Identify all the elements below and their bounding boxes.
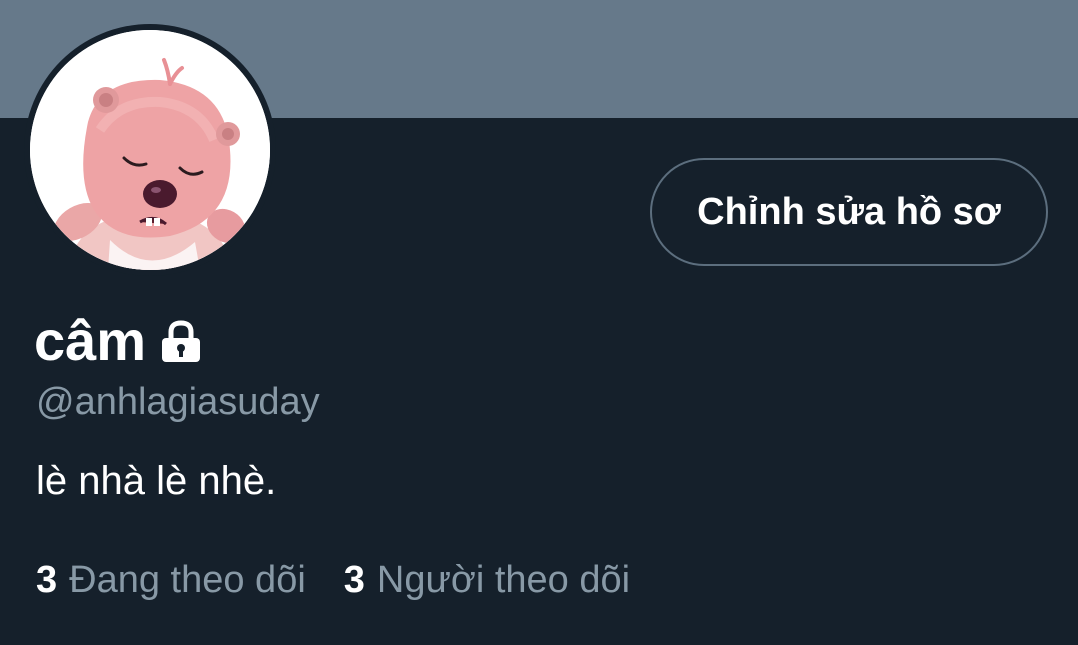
avatar[interactable] — [24, 24, 276, 276]
profile-bio: lè nhà lè nhè. — [36, 459, 277, 503]
lock-icon — [158, 318, 204, 369]
edit-profile-button[interactable]: Chỉnh sửa hồ sơ — [650, 158, 1048, 266]
profile-name-row: câm — [34, 306, 204, 376]
followers-link[interactable]: 3 Người theo dõi — [344, 556, 630, 604]
following-count: 3 — [36, 559, 58, 601]
followers-count: 3 — [343, 559, 365, 601]
profile-stats: 3 Đang theo dõi 3 Người theo dõi — [36, 556, 668, 604]
profile-handle: @anhlagiasuday — [36, 381, 320, 423]
display-name: câm — [34, 309, 147, 372]
following-link[interactable]: 3 Đang theo dõi — [36, 556, 306, 604]
pink-beaver-avatar-image — [30, 30, 270, 270]
followers-label: Người theo dõi — [376, 559, 631, 601]
following-label: Đang theo dõi — [69, 559, 306, 601]
